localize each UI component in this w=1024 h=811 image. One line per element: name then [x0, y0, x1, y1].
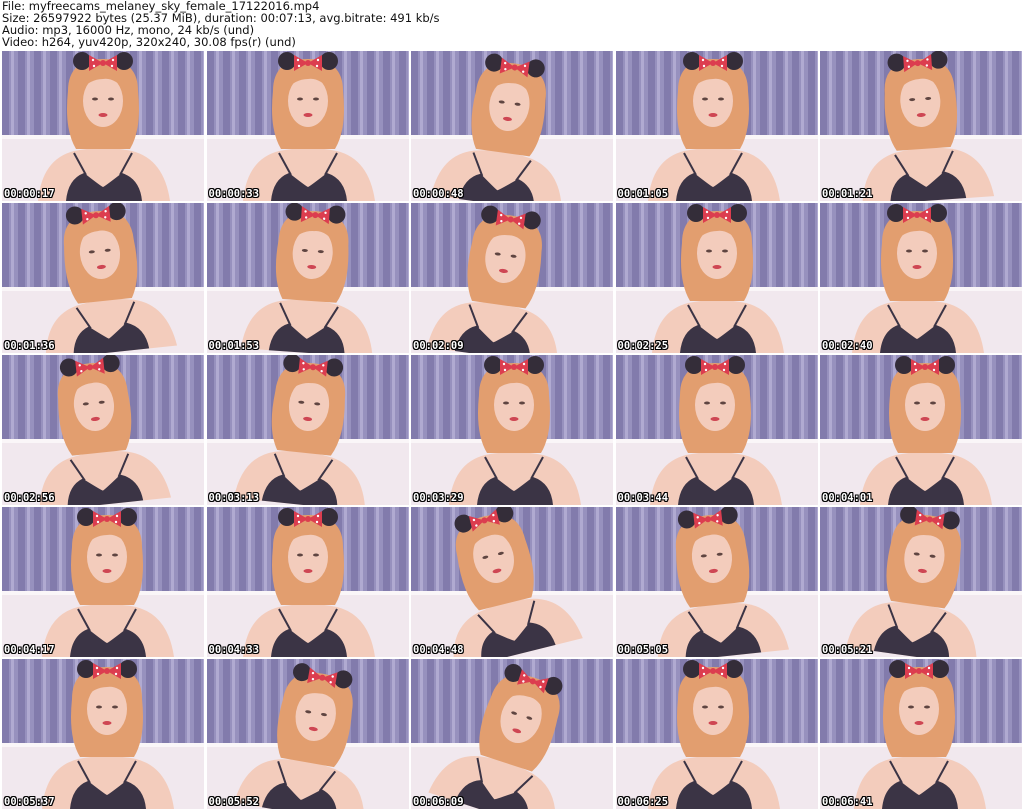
- video-frame-thumbnail: 00:06:25: [615, 659, 818, 809]
- frame-timestamp: 00:01:36: [4, 340, 55, 352]
- frame-image: [820, 659, 1022, 809]
- frame-timestamp: 00:03:29: [413, 492, 464, 504]
- frame-image: [615, 51, 818, 201]
- frame-image: [411, 51, 613, 201]
- video-frame-thumbnail: 00:03:13: [206, 355, 409, 505]
- frame-timestamp: 00:05:05: [617, 644, 669, 656]
- frame-image: [615, 203, 818, 353]
- frame-image: [820, 507, 1022, 657]
- frame-timestamp: 00:00:48: [413, 188, 464, 200]
- video-frame-thumbnail: 00:04:01: [820, 355, 1022, 505]
- video-info-header: File: myfreecams_melaney_sky_female_1712…: [2, 0, 1022, 50]
- frame-image: [206, 355, 409, 505]
- video-frame-thumbnail: 00:00:17: [2, 51, 204, 201]
- video-frame-thumbnail: 00:00:48: [411, 51, 613, 201]
- frame-timestamp: 00:02:25: [617, 340, 669, 352]
- video-frame-thumbnail: 00:04:48: [411, 507, 613, 657]
- frame-image: [615, 355, 818, 505]
- video-frame-thumbnail: 00:05:05: [615, 507, 818, 657]
- video-frame-thumbnail: 00:02:25: [615, 203, 818, 353]
- contact-sheet: File: myfreecams_melaney_sky_female_1712…: [0, 0, 1024, 811]
- frame-timestamp: 00:00:17: [4, 188, 55, 200]
- video-frame-thumbnail: 00:01:21: [820, 51, 1022, 201]
- video-frame-thumbnail: 00:00:33: [206, 51, 409, 201]
- frame-timestamp: 00:04:01: [822, 492, 873, 504]
- thumbnail-grid: 00:00:17 00:00:33 00:00:48 00:01:05 00:01:21…: [2, 51, 1022, 811]
- video-frame-thumbnail: 00:02:40: [820, 203, 1022, 353]
- frame-timestamp: 00:05:37: [4, 796, 55, 808]
- frame-timestamp: 00:06:41: [822, 796, 873, 808]
- video-frame-thumbnail: 00:02:09: [411, 203, 613, 353]
- frame-image: [820, 51, 1022, 201]
- frame-image: [411, 659, 613, 809]
- frame-timestamp: 00:01:53: [208, 340, 260, 352]
- video-frame-thumbnail: 00:05:52: [206, 659, 409, 809]
- video-frame-thumbnail: 00:01:36: [2, 203, 204, 353]
- frame-image: [2, 51, 204, 201]
- video-frame-thumbnail: 00:04:33: [206, 507, 409, 657]
- frame-timestamp: 00:02:09: [413, 340, 464, 352]
- frame-image: [206, 659, 409, 809]
- video-frame-thumbnail: 00:06:41: [820, 659, 1022, 809]
- frame-image: [820, 203, 1022, 353]
- video-frame-thumbnail: 00:01:53: [206, 203, 409, 353]
- frame-timestamp: 00:03:44: [617, 492, 669, 504]
- frame-image: [2, 507, 204, 657]
- frame-timestamp: 00:04:33: [208, 644, 260, 656]
- frame-image: [2, 203, 204, 353]
- frame-image: [615, 507, 818, 657]
- frame-timestamp: 00:04:48: [413, 644, 464, 656]
- frame-image: [820, 355, 1022, 505]
- frame-timestamp: 00:05:52: [208, 796, 260, 808]
- frame-image: [206, 203, 409, 353]
- frame-image: [411, 203, 613, 353]
- frame-timestamp: 00:01:05: [617, 188, 669, 200]
- video-frame-thumbnail: 00:06:09: [411, 659, 613, 809]
- video-info-line: Video: h264, yuv420p, 320x240, 30.08 fps…: [2, 35, 296, 49]
- frame-image: [411, 355, 613, 505]
- frame-image: [2, 355, 204, 505]
- video-frame-thumbnail: 00:05:37: [2, 659, 204, 809]
- frame-timestamp: 00:02:40: [822, 340, 873, 352]
- video-frame-thumbnail: 00:04:17: [2, 507, 204, 657]
- video-frame-thumbnail: 00:01:05: [615, 51, 818, 201]
- video-frame-thumbnail: 00:02:56: [2, 355, 204, 505]
- frame-image: [615, 659, 818, 809]
- frame-timestamp: 00:05:21: [822, 644, 873, 656]
- frame-timestamp: 00:06:25: [617, 796, 669, 808]
- frame-timestamp: 00:03:13: [208, 492, 260, 504]
- frame-timestamp: 00:01:21: [822, 188, 873, 200]
- video-frame-thumbnail: 00:03:44: [615, 355, 818, 505]
- frame-timestamp: 00:02:56: [4, 492, 55, 504]
- frame-image: [2, 659, 204, 809]
- frame-image: [206, 51, 409, 201]
- frame-timestamp: 00:04:17: [4, 644, 55, 656]
- frame-timestamp: 00:06:09: [413, 796, 464, 808]
- video-frame-thumbnail: 00:05:21: [820, 507, 1022, 657]
- video-frame-thumbnail: 00:03:29: [411, 355, 613, 505]
- frame-image: [206, 507, 409, 657]
- frame-timestamp: 00:00:33: [208, 188, 260, 200]
- frame-image: [411, 507, 613, 657]
